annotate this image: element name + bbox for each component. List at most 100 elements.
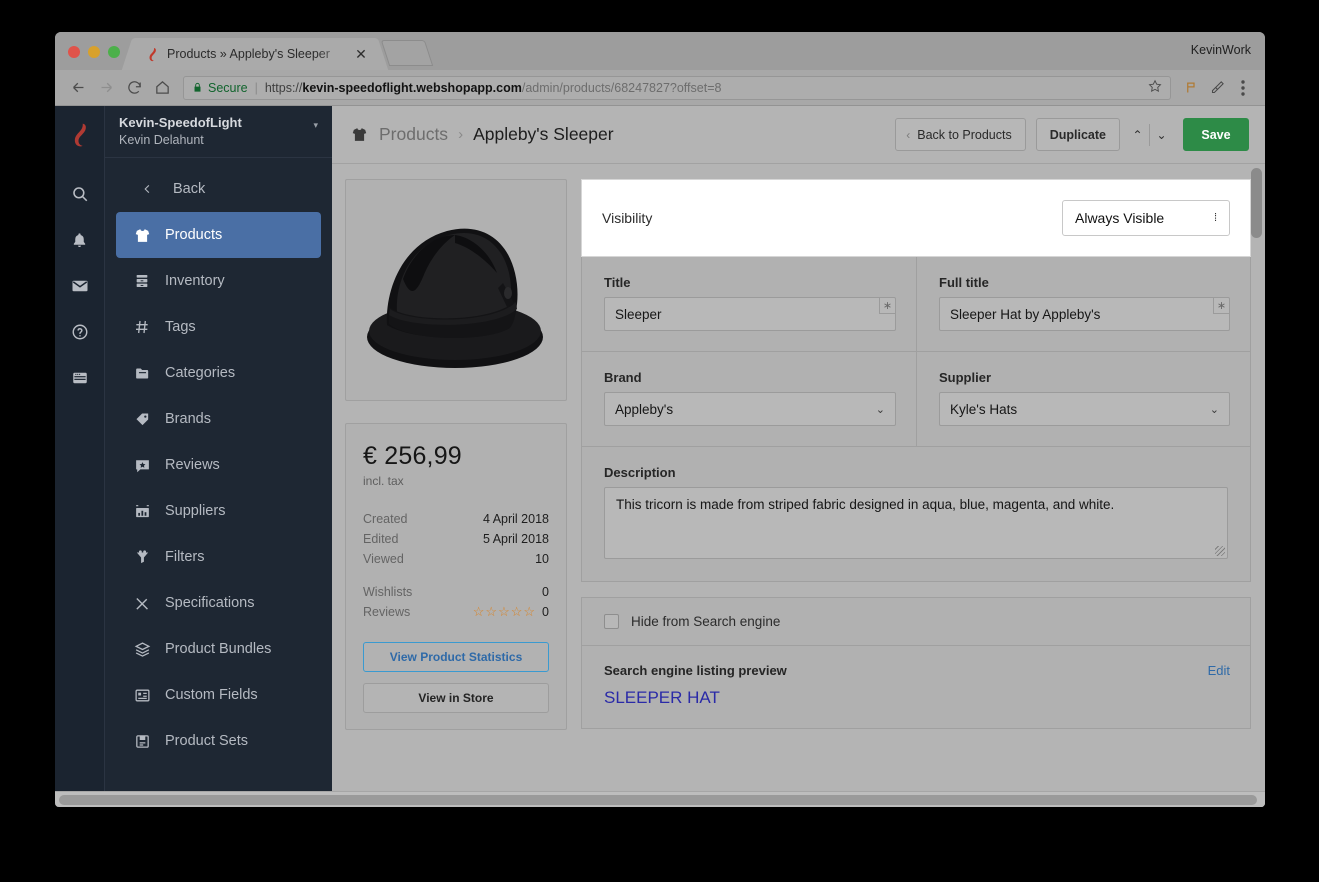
url-host: kevin-speedoflight.webshopapp.com xyxy=(302,80,522,95)
sidebar-item-label: Reviews xyxy=(165,457,220,473)
window-controls[interactable] xyxy=(68,46,120,58)
product-info-card: € 256,99 incl. tax Created 4 April 2018 … xyxy=(345,423,567,730)
hide-from-search-row[interactable]: Hide from Search engine xyxy=(582,598,1250,645)
scroll-region: € 256,99 incl. tax Created 4 April 2018 … xyxy=(332,164,1265,807)
product-fields-section: Title Sleeper ∗ Full title Sleeper Hat b… xyxy=(581,257,1251,582)
next-product-button[interactable]: ⌄ xyxy=(1150,128,1173,142)
select-arrows-icon: ⁞ xyxy=(1213,211,1217,224)
comment-star-icon xyxy=(133,456,151,474)
back-to-products-button[interactable]: ‹ Back to Products xyxy=(895,118,1026,151)
search-icon[interactable] xyxy=(65,179,95,209)
vertical-scrollbar[interactable] xyxy=(1251,168,1262,800)
stat-label: Viewed xyxy=(363,552,404,566)
maximize-window-button[interactable] xyxy=(108,46,120,58)
brand-row: Brand Appleby's ⌄ Supplier Kyle's Hats ⌄ xyxy=(582,351,1250,446)
shop-switcher[interactable]: Kevin-SpeedofLight Kevin Delahunt ▾ xyxy=(105,106,332,158)
browser-tab-active[interactable]: Products » Appleby's Sleeper ✕ xyxy=(135,38,375,70)
layers-icon xyxy=(133,640,151,658)
sidebar-item-label: Product Sets xyxy=(165,733,249,749)
url-separator: | xyxy=(254,80,258,95)
visibility-value: Always Visible xyxy=(1075,210,1165,226)
hide-from-search-checkbox[interactable] xyxy=(604,614,619,629)
product-image-card[interactable] xyxy=(345,179,567,401)
stat-row: Created 4 April 2018 xyxy=(363,509,549,529)
bell-icon[interactable] xyxy=(65,225,95,255)
global-icon-rail xyxy=(55,106,104,807)
address-bar[interactable]: Secure | https:// kevin-speedoflight.web… xyxy=(183,75,1171,100)
sidebar-item-product-bundles[interactable]: Product Bundles xyxy=(116,626,321,672)
breadcrumb-separator: › xyxy=(458,126,464,143)
stat-label: Reviews xyxy=(363,605,411,619)
breadcrumb-products-link[interactable]: Products xyxy=(379,124,448,145)
previous-product-button[interactable]: ⌃ xyxy=(1126,128,1149,142)
forward-button[interactable] xyxy=(92,75,120,101)
lightspeed-flame-icon[interactable] xyxy=(67,122,93,153)
view-in-store-button[interactable]: View in Store xyxy=(363,683,549,713)
brand-select[interactable]: Appleby's ⌄ xyxy=(604,392,896,426)
chevron-down-icon[interactable]: ▾ xyxy=(313,120,318,131)
sidebar-item-suppliers[interactable]: Suppliers xyxy=(116,488,321,534)
sidebar-item-categories[interactable]: Categories xyxy=(116,350,321,396)
sidebar-item-reviews[interactable]: Reviews xyxy=(116,442,321,488)
question-circle-icon[interactable] xyxy=(65,317,95,347)
vertical-scrollbar-thumb[interactable] xyxy=(1251,168,1262,238)
supplier-value: Kyle's Hats xyxy=(950,401,1018,417)
url-scheme: https:// xyxy=(264,80,303,95)
mail-icon[interactable] xyxy=(65,271,95,301)
record-navigation: ⌃ ⌄ xyxy=(1126,118,1173,151)
sidebar-item-label: Categories xyxy=(165,365,236,381)
sidebar-nav-list: Back Products Inventory Tags Categories … xyxy=(105,158,332,764)
browser-menu-icon[interactable] xyxy=(1230,79,1256,96)
close-window-button[interactable] xyxy=(68,46,80,58)
horizontal-scrollbar-thumb[interactable] xyxy=(59,795,1257,805)
chevron-down-icon: ⌄ xyxy=(875,403,885,416)
eyedropper-icon[interactable] xyxy=(1204,80,1230,95)
sidebar-item-label: Products xyxy=(165,227,223,243)
duplicate-button[interactable]: Duplicate xyxy=(1035,118,1120,151)
sidebar-item-label: Custom Fields xyxy=(165,687,258,703)
lightspeed-flame-icon xyxy=(145,47,160,62)
bookmark-star-icon[interactable] xyxy=(1140,79,1162,96)
seo-section: Hide from Search engine Search engine li… xyxy=(581,597,1251,729)
horizontal-scrollbar[interactable] xyxy=(55,791,1265,807)
sidebar-item-specifications[interactable]: Specifications xyxy=(116,580,321,626)
browser-window-icon[interactable] xyxy=(65,363,95,393)
folder-icon xyxy=(133,364,151,382)
sidebar-item-tags[interactable]: Tags xyxy=(116,304,321,350)
sidebar-item-custom-fields[interactable]: Custom Fields xyxy=(116,672,321,718)
browser-tab-inactive[interactable] xyxy=(380,40,434,66)
full-title-input[interactable]: Sleeper Hat by Appleby's ∗ xyxy=(939,297,1230,331)
seo-edit-link[interactable]: Edit xyxy=(1208,663,1230,678)
save-button[interactable]: Save xyxy=(1183,118,1249,151)
title-input[interactable]: Sleeper ∗ xyxy=(604,297,896,331)
hide-from-search-label: Hide from Search engine xyxy=(631,614,781,629)
supplier-select[interactable]: Kyle's Hats ⌄ xyxy=(939,392,1230,426)
view-product-statistics-button[interactable]: View Product Statistics xyxy=(363,642,549,672)
description-textarea[interactable]: This tricorn is made from striped fabric… xyxy=(604,487,1228,559)
sidebar-item-filters[interactable]: Filters xyxy=(116,534,321,580)
stat-value: 0 xyxy=(542,605,549,619)
close-tab-button[interactable]: ✕ xyxy=(353,47,369,61)
minimize-window-button[interactable] xyxy=(88,46,100,58)
visibility-select[interactable]: Always Visible ⁞ xyxy=(1062,200,1230,236)
browser-toolbar: Secure | https:// kevin-speedoflight.web… xyxy=(55,70,1265,106)
sidebar-item-product-sets[interactable]: Product Sets xyxy=(116,718,321,764)
user-name: Kevin Delahunt xyxy=(119,132,204,147)
sidebar-item-inventory[interactable]: Inventory xyxy=(116,258,321,304)
back-button[interactable] xyxy=(64,75,92,101)
stat-row: Viewed 10 xyxy=(363,549,549,569)
sidebar-item-products[interactable]: Products xyxy=(116,212,321,258)
back-to-products-label: Back to Products xyxy=(917,127,1012,142)
title-value: Sleeper xyxy=(615,306,662,322)
sidebar-item-back[interactable]: Back xyxy=(116,166,321,212)
home-button[interactable] xyxy=(148,75,176,101)
stat-label: Created xyxy=(363,512,408,526)
lock-icon xyxy=(192,81,203,94)
reload-button[interactable] xyxy=(120,75,148,101)
stat-row: Reviews ☆☆☆☆☆ 0 xyxy=(363,602,549,622)
seo-preview-title[interactable]: SLEEPER HAT xyxy=(604,688,1230,708)
resize-handle[interactable] xyxy=(1215,546,1225,556)
sidebar-item-brands[interactable]: Brands xyxy=(116,396,321,442)
breadcrumb: Products › Appleby's Sleeper xyxy=(350,124,895,145)
extension-icon[interactable] xyxy=(1178,80,1204,95)
